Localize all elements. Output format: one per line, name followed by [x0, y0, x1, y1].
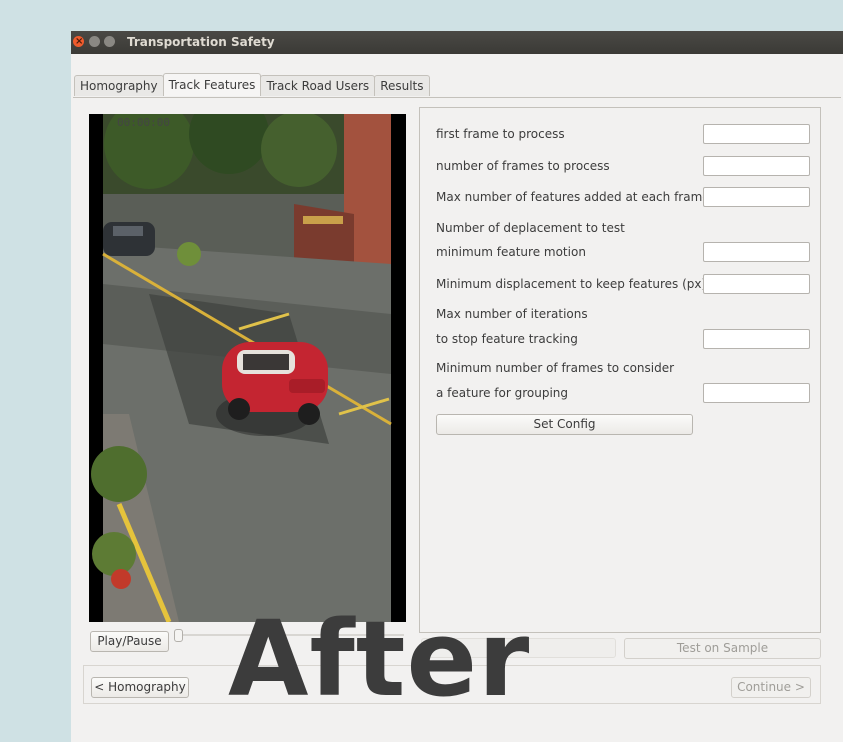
street-scene-image — [89, 114, 406, 622]
window-title: Transportation Safety — [127, 35, 275, 49]
config-label: Max number of features added at each fra… — [436, 190, 710, 204]
config-label: Number of deplacement to test — [436, 221, 625, 235]
config-label: Max number of iterations — [436, 307, 588, 321]
config-input[interactable] — [703, 383, 810, 403]
config-label: to stop feature tracking — [436, 332, 578, 346]
config-label: number of frames to process — [436, 159, 610, 173]
test-on-sample-button[interactable]: Test on Sample — [624, 638, 821, 659]
maximize-icon[interactable] — [104, 36, 115, 47]
tab-homography[interactable]: Homography — [74, 75, 164, 96]
config-input[interactable] — [703, 274, 810, 294]
config-input[interactable] — [703, 156, 810, 176]
config-label: Minimum number of frames to consider — [436, 361, 675, 375]
tab-track-features[interactable]: Track Features — [162, 73, 262, 96]
minimize-icon[interactable] — [89, 36, 100, 47]
config-label: first frame to process — [436, 127, 565, 141]
config-label: minimum feature motion — [436, 245, 586, 259]
video-slider-handle[interactable] — [174, 629, 183, 642]
title-bar: Transportation Safety — [71, 31, 843, 54]
config-label: a feature for grouping — [436, 386, 569, 400]
set-config-button[interactable]: Set Config — [436, 414, 693, 435]
tab-track-road-users[interactable]: Track Road Users — [260, 75, 376, 96]
video-timestamp: 00:00:00 — [117, 116, 170, 129]
config-input[interactable] — [703, 242, 810, 262]
config-input[interactable] — [703, 124, 810, 144]
after-overlay-text: After — [228, 598, 531, 720]
video-frame: 00:00:00 — [89, 114, 406, 622]
continue-button[interactable]: Continue > — [731, 677, 811, 698]
config-label: Minimum displacement to keep features (p… — [436, 277, 707, 291]
back-homography-button[interactable]: < Homography — [91, 677, 189, 698]
tab-results[interactable]: Results — [374, 75, 430, 96]
play-pause-button[interactable]: Play/Pause — [90, 631, 169, 652]
tab-bar: Homography Track Features Track Road Use… — [74, 73, 430, 97]
close-icon[interactable] — [73, 31, 84, 53]
config-input[interactable] — [703, 329, 810, 349]
config-input[interactable] — [703, 187, 810, 207]
